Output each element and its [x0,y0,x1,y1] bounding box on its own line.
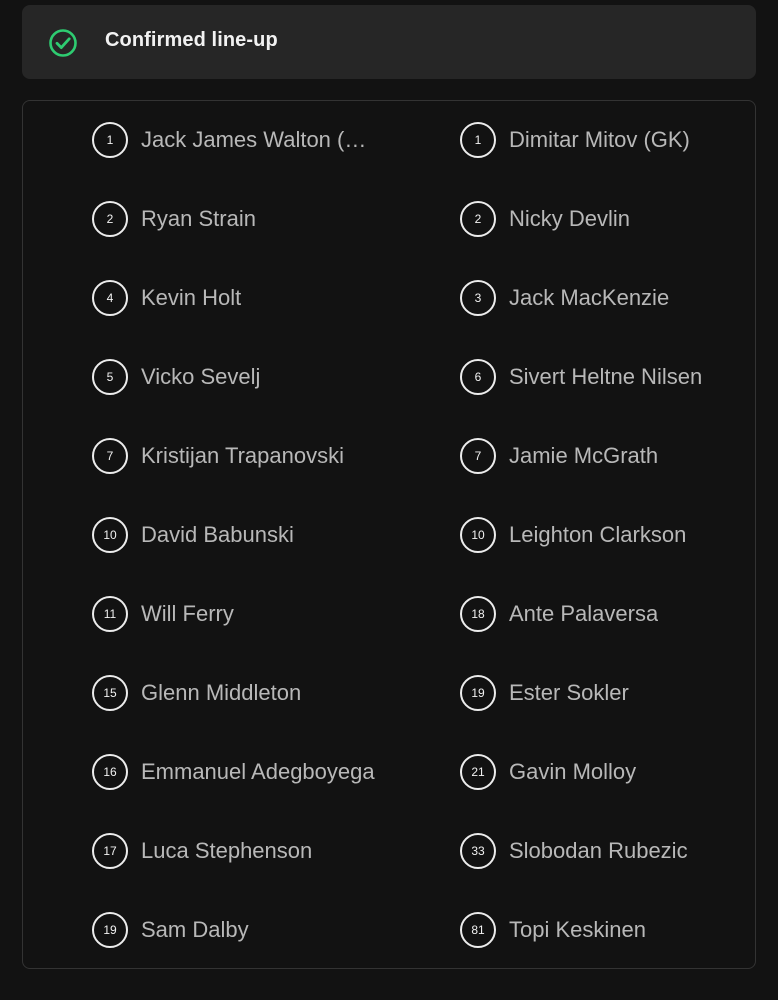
home-player-row: 10 David Babunski [92,514,294,556]
player-name: Emmanuel Adegboyega [141,759,375,784]
shirt-number-badge: 1 [92,122,128,158]
player-name: Leighton Clarkson [509,522,687,547]
shirt-number-badge: 2 [92,201,128,237]
lineup-header: Confirmed line-up [22,5,756,79]
home-player-row: 2 Ryan Strain [92,198,256,240]
player-name: Ryan Strain [141,206,256,231]
shirt-number-badge: 21 [460,754,496,790]
player-name: Nicky Devlin [509,206,631,231]
player-name: Jamie McGrath [509,443,659,468]
home-player-row: 11 Will Ferry [92,593,234,635]
away-player-row: 18 Ante Palaversa [460,593,658,635]
shirt-number-badge: 1 [460,122,496,158]
player-name: Topi Keskinen [509,917,646,942]
away-player-row: 10 Leighton Clarkson [460,514,686,556]
shirt-number-badge: 4 [92,280,128,316]
shirt-number-badge: 81 [460,912,496,948]
shirt-number-badge: 10 [92,517,128,553]
player-name: Sivert Heltne Nilsen [509,364,703,389]
player-name: Gavin Molloy [509,759,637,784]
home-player-row: 7 Kristijan Trapanovski [92,435,344,477]
shirt-number-badge: 19 [92,912,128,948]
shirt-number-badge: 19 [460,675,496,711]
player-name: Jack James Walton (GK) [141,127,381,152]
shirt-number-badge: 18 [460,596,496,632]
shirt-number-badge: 17 [92,833,128,869]
home-player-row: 1 Jack James Walton (GK) [92,119,381,161]
shirt-number-badge: 10 [460,517,496,553]
away-player-row: 21 Gavin Molloy [460,751,636,793]
away-player-row: 2 Nicky Devlin [460,198,630,240]
player-name: Vicko Sevelj [141,364,261,389]
home-player-row: 16 Emmanuel Adegboyega [92,751,375,793]
away-player-row: 19 Ester Sokler [460,672,629,714]
player-name: Glenn Middleton [141,680,302,705]
player-name: Sam Dalby [141,917,249,942]
shirt-number-badge: 7 [460,438,496,474]
shirt-number-badge: 16 [92,754,128,790]
player-name: Luca Stephenson [141,838,313,863]
player-name: Dimitar Mitov (GK) [509,127,690,152]
shirt-number-badge: 7 [92,438,128,474]
home-player-row: 17 Luca Stephenson [92,830,312,872]
player-name: Jack MacKenzie [509,285,670,310]
home-player-row: 15 Glenn Middleton [92,672,301,714]
away-player-row: 1 Dimitar Mitov (GK) [460,119,690,161]
player-name: Slobodan Rubezic [509,838,688,863]
away-player-row: 7 Jamie McGrath [460,435,658,477]
check-circle-icon [49,29,77,57]
away-player-row: 33 Slobodan Rubezic [460,830,688,872]
player-name: Kevin Holt [141,285,242,310]
away-player-row: 81 Topi Keskinen [460,909,646,951]
header-title: Confirmed line-up [105,29,278,51]
home-player-row: 5 Vicko Sevelj [92,356,260,398]
shirt-number-badge: 33 [460,833,496,869]
player-name: Will Ferry [141,601,234,626]
shirt-number-badge: 3 [460,280,496,316]
player-name: David Babunski [141,522,294,547]
shirt-number-badge: 11 [92,596,128,632]
shirt-number-badge: 2 [460,201,496,237]
player-name: Kristijan Trapanovski [141,443,344,468]
player-name: Ante Palaversa [509,601,659,626]
lineup-panel: 1 Jack James Walton (GK) 2 Ryan Strain 4 Kevi… [22,100,756,969]
shirt-number-badge: 6 [460,359,496,395]
home-player-row: 19 Sam Dalby [92,909,249,951]
away-player-row: 6 Sivert Heltne Nilsen [460,356,702,398]
player-name: Ester Sokler [509,680,629,705]
home-player-row: 4 Kevin Holt [92,277,241,319]
away-player-row: 3 Jack MacKenzie [460,277,669,319]
shirt-number-badge: 15 [92,675,128,711]
shirt-number-badge: 5 [92,359,128,395]
